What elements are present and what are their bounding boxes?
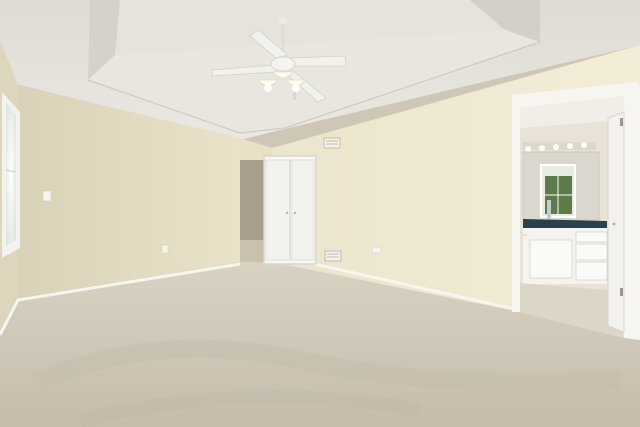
bathroom-doorway (512, 82, 640, 340)
air-vent-wall (323, 137, 341, 149)
hallway-opening (240, 160, 264, 246)
light-switch (42, 190, 52, 202)
window-left (2, 92, 20, 258)
air-vent-floor (324, 250, 342, 262)
fan-blade (289, 55, 347, 67)
faucet (547, 200, 551, 220)
outlet-left (161, 244, 169, 254)
room-photo (0, 0, 640, 427)
closet-doors (263, 155, 317, 265)
vanity-cabinet (523, 228, 608, 284)
bathroom-door (607, 111, 625, 333)
outlet-right (371, 246, 382, 254)
